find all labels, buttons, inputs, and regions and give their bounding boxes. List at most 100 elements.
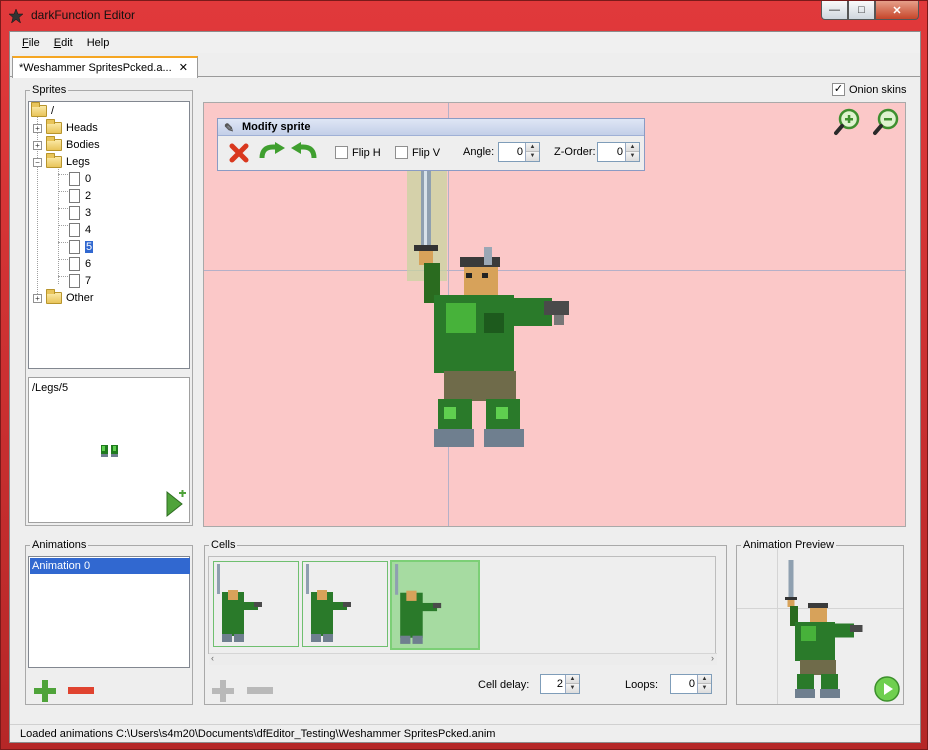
- folder-icon: [46, 119, 62, 134]
- sprite-tree[interactable]: / + Heads + Bodies − Legs 0 2 3 4 5 6 7 …: [28, 101, 190, 369]
- loops-decrement-icon[interactable]: ▼: [698, 684, 711, 693]
- loops-spinner[interactable]: 0 ▲ ▼: [670, 674, 712, 694]
- menu-bar: File Edit Help: [10, 32, 920, 53]
- tree-item-legs-0[interactable]: 0: [69, 171, 91, 187]
- z-order-spinner[interactable]: 0 ▲ ▼: [597, 142, 640, 162]
- animation-list-item[interactable]: Animation 0: [30, 558, 190, 574]
- flip-v-toggle[interactable]: Flip V: [395, 146, 440, 159]
- tree-item-legs-4[interactable]: 4: [69, 222, 91, 238]
- file-icon: [69, 257, 80, 271]
- menu-edit-label: dit: [61, 36, 73, 49]
- cells-strip[interactable]: ‹ ›: [208, 556, 717, 665]
- tree-item-other[interactable]: + Other: [33, 289, 94, 306]
- app-logo-icon: [8, 8, 24, 24]
- cell-frame[interactable]: [302, 561, 388, 647]
- remove-animation-icon[interactable]: [68, 687, 94, 695]
- z-order-decrement-icon[interactable]: ▼: [626, 152, 639, 161]
- tree-item-label: 0: [85, 173, 92, 185]
- cell-thumbnail: [395, 564, 442, 644]
- angle-decrement-icon[interactable]: ▼: [526, 152, 539, 161]
- z-order-increment-icon[interactable]: ▲: [626, 143, 639, 152]
- cell-delay-label: Cell delay:: [478, 679, 530, 691]
- angle-spinner[interactable]: 0 ▲ ▼: [498, 142, 540, 162]
- close-window-button[interactable]: ✕: [875, 1, 919, 20]
- scroll-left-icon[interactable]: ‹: [211, 653, 214, 663]
- expand-icon[interactable]: +: [33, 123, 42, 133]
- expand-icon[interactable]: +: [33, 293, 42, 303]
- cell-delay-decrement-icon[interactable]: ▼: [566, 684, 579, 693]
- tree-item-legs-5[interactable]: 5: [69, 239, 94, 255]
- animation-preview-figure: [765, 556, 885, 701]
- cell-thumbnail: [217, 564, 262, 642]
- tree-item-heads[interactable]: + Heads: [33, 119, 98, 136]
- menu-edit-mnemonic: E: [53, 36, 62, 49]
- rotate-clockwise-icon[interactable]: [258, 142, 286, 164]
- modify-sprite-title: Modify sprite: [242, 121, 311, 133]
- tree-item-legs-6[interactable]: 6: [69, 256, 91, 272]
- menu-edit[interactable]: Edit: [47, 37, 80, 49]
- expand-icon[interactable]: +: [33, 140, 42, 150]
- zoom-in-icon[interactable]: [834, 108, 862, 136]
- tree-item-label: 6: [85, 258, 92, 270]
- cells-panel: Cells ‹ › Cell delay: 2 ▲ ▼ Loops: 0 ▲ ▼: [204, 539, 727, 705]
- tree-item-legs[interactable]: − Legs: [33, 153, 90, 170]
- z-order-label: Z-Order:: [554, 146, 596, 158]
- cell-delay-spinner[interactable]: 2 ▲ ▼: [540, 674, 580, 694]
- file-icon: [69, 189, 80, 203]
- canvas-sprite-figure[interactable]: [404, 163, 584, 453]
- cells-horizontal-scrollbar[interactable]: ‹ ›: [209, 653, 717, 665]
- tree-item-legs-7[interactable]: 7: [69, 273, 91, 289]
- tree-item-label-selected: 5: [85, 241, 94, 253]
- sprite-preview: /Legs/5: [28, 377, 190, 523]
- add-animation-icon[interactable]: [33, 679, 57, 703]
- cell-delay-increment-icon[interactable]: ▲: [566, 675, 579, 684]
- collapse-icon[interactable]: −: [33, 157, 42, 167]
- folder-icon: [46, 136, 62, 151]
- sprites-panel: Sprites / + Heads + Bodies − Legs 0 2 3 …: [25, 84, 193, 526]
- flip-h-checkbox[interactable]: [335, 146, 348, 159]
- menu-help-label: Help: [86, 36, 110, 49]
- z-order-value[interactable]: 0: [617, 146, 623, 158]
- flip-h-toggle[interactable]: Flip H: [335, 146, 381, 159]
- tree-item-legs-2[interactable]: 2: [69, 188, 91, 204]
- animation-preview-title: Animation Preview: [741, 539, 837, 551]
- close-tab-icon[interactable]: ✕: [179, 61, 188, 74]
- maximize-button[interactable]: □: [848, 1, 875, 20]
- add-cell-icon[interactable]: [211, 679, 235, 703]
- cell-frame-selected[interactable]: [390, 560, 480, 650]
- delete-sprite-icon[interactable]: [228, 142, 250, 164]
- document-tab[interactable]: *Weshammer SpritesPcked.a... ✕: [12, 56, 198, 78]
- app-window: darkFunction Editor — □ ✕ File Edit Help…: [0, 0, 928, 750]
- loops-increment-icon[interactable]: ▲: [698, 675, 711, 684]
- zoom-out-icon[interactable]: [873, 108, 901, 136]
- flip-v-checkbox[interactable]: [395, 146, 408, 159]
- cell-delay-value[interactable]: 2: [557, 678, 563, 690]
- file-icon: [69, 274, 80, 288]
- animations-panel: Animations Animation 0: [25, 539, 193, 705]
- cell-frame[interactable]: [213, 561, 299, 647]
- status-bar: Loaded animations C:\Users\s4m20\Documen…: [10, 724, 920, 743]
- animations-list[interactable]: Animation 0: [28, 556, 190, 668]
- loops-value[interactable]: 0: [689, 678, 695, 690]
- angle-increment-icon[interactable]: ▲: [526, 143, 539, 152]
- modify-sprite-title-bar[interactable]: ✎ Modify sprite: [218, 119, 644, 136]
- tree-item-root[interactable]: /: [31, 102, 54, 119]
- tree-item-label: Legs: [66, 156, 90, 168]
- flip-v-label: Flip V: [412, 146, 441, 159]
- tree-item-bodies[interactable]: + Bodies: [33, 136, 100, 153]
- flip-h-label: Flip H: [352, 146, 381, 159]
- angle-value[interactable]: 0: [517, 146, 523, 158]
- scroll-right-icon[interactable]: ›: [711, 653, 714, 663]
- onion-skins-toggle[interactable]: ✓ Onion skins: [832, 83, 906, 96]
- add-sprite-to-canvas-icon[interactable]: [165, 490, 187, 518]
- tree-item-label: 4: [85, 224, 92, 236]
- play-animation-icon[interactable]: [874, 676, 900, 702]
- menu-file[interactable]: File: [15, 37, 47, 49]
- rotate-counterclockwise-icon[interactable]: [290, 142, 318, 164]
- tree-item-legs-3[interactable]: 3: [69, 205, 91, 221]
- menu-help[interactable]: Help: [80, 37, 117, 49]
- remove-cell-icon[interactable]: [247, 687, 273, 695]
- title-bar[interactable]: darkFunction Editor — □ ✕: [1, 1, 927, 31]
- onion-skins-checkbox[interactable]: ✓: [832, 83, 845, 96]
- minimize-button[interactable]: —: [821, 1, 848, 20]
